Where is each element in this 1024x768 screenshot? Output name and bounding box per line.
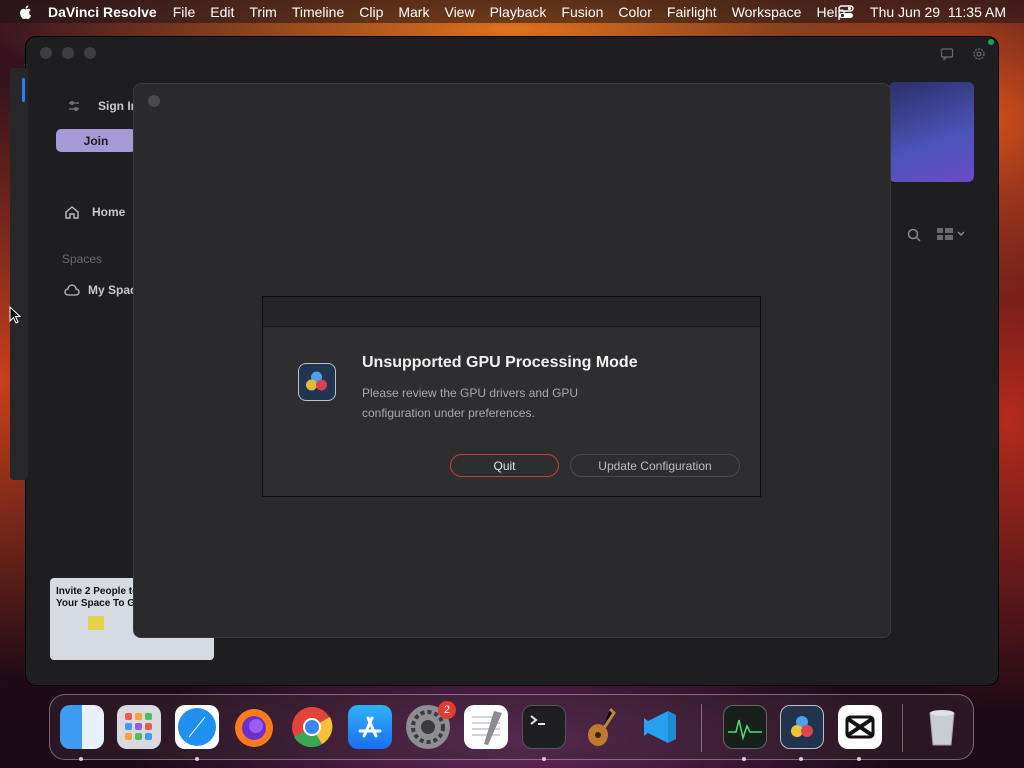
update-label: Update Configuration: [598, 458, 712, 473]
window-minimize-button[interactable]: [62, 47, 74, 59]
spaces-header: Spaces: [62, 252, 102, 266]
menu-file[interactable]: File: [173, 4, 196, 20]
vscode-icon[interactable]: [638, 705, 682, 749]
menu-app-name[interactable]: DaVinci Resolve: [48, 4, 157, 20]
control-center-icon[interactable]: [838, 4, 854, 19]
menu-edit[interactable]: Edit: [210, 4, 234, 20]
apple-menu-icon[interactable]: [18, 4, 34, 20]
menu-clock[interactable]: Thu Jun 29 11:35 AM: [870, 4, 1006, 20]
alert-message: Please review the GPU drivers and GPU co…: [362, 386, 579, 420]
alert-titlebar: [263, 297, 760, 327]
sidebar-item-my-space[interactable]: My Space: [64, 283, 143, 297]
sign-in-row[interactable]: Sign In: [64, 97, 138, 115]
spaces-header-label: Spaces: [62, 252, 103, 266]
safari-icon[interactable]: [175, 705, 219, 749]
update-configuration-button[interactable]: Update Configuration: [570, 454, 740, 477]
davinci-resolve-logo-icon: [298, 363, 336, 401]
settings-gear-icon[interactable]: [972, 47, 986, 61]
menu-playback[interactable]: Playback: [490, 4, 547, 20]
overlay-close-button[interactable]: [148, 95, 160, 107]
gpu-alert-dialog: Unsupported GPU Processing Mode Please r…: [262, 296, 761, 497]
join-label: Join: [83, 133, 109, 148]
active-indicator: [22, 78, 25, 102]
window-close-button[interactable]: [40, 47, 52, 59]
running-indicator: [79, 757, 83, 761]
running-indicator: [742, 757, 746, 761]
firefox-icon[interactable]: [232, 705, 276, 749]
chrome-icon[interactable]: [290, 705, 334, 749]
sidebar-item-home[interactable]: Home: [64, 205, 125, 219]
join-button[interactable]: Join: [56, 129, 136, 152]
running-indicator: [542, 757, 546, 761]
dock-separator: [701, 704, 702, 752]
search-icon[interactable]: [906, 227, 922, 243]
left-edge-panel: [10, 68, 28, 480]
running-indicator: [195, 757, 199, 761]
banner-image: [889, 82, 974, 182]
sign-in-label: Sign In: [98, 99, 138, 113]
cloud-icon: [64, 284, 80, 296]
sign-in-icon: [69, 101, 79, 111]
launchpad-icon[interactable]: [117, 705, 161, 749]
alert-title: Unsupported GPU Processing Mode: [362, 354, 638, 371]
running-indicator: [857, 757, 861, 761]
window-zoom-button[interactable]: [84, 47, 96, 59]
davinci-resolve-dock-icon[interactable]: [780, 705, 824, 749]
menu-timeline[interactable]: Timeline: [292, 4, 344, 20]
menu-color[interactable]: Color: [618, 4, 651, 20]
home-icon: [65, 206, 79, 219]
textedit-icon[interactable]: [464, 705, 508, 749]
menu-mark[interactable]: Mark: [398, 4, 429, 20]
activity-monitor-icon[interactable]: [723, 705, 767, 749]
menu-bar: DaVinci Resolve File Edit Trim Timeline …: [0, 0, 1024, 23]
promo-illustration: [88, 616, 104, 630]
menu-view[interactable]: View: [444, 4, 474, 20]
app-store-icon[interactable]: [348, 705, 392, 749]
terminal-icon[interactable]: [522, 705, 566, 749]
dock: [49, 694, 974, 760]
mouse-cursor-icon: [9, 306, 21, 324]
home-label: Home: [92, 205, 126, 219]
menu-trim[interactable]: Trim: [249, 4, 276, 20]
menu-workspace[interactable]: Workspace: [732, 4, 802, 20]
view-toggle-icon[interactable]: [936, 226, 968, 242]
capcut-icon[interactable]: [838, 705, 882, 749]
garageband-icon[interactable]: [580, 705, 624, 749]
finder-icon[interactable]: [60, 705, 104, 749]
running-indicator: [799, 757, 803, 761]
quit-button[interactable]: Quit: [450, 454, 559, 477]
chat-icon[interactable]: [940, 47, 954, 61]
trash-icon[interactable]: [920, 705, 964, 749]
dock-separator: [902, 704, 903, 752]
quit-label: Quit: [493, 458, 516, 473]
settings-notification-badge: 2: [438, 701, 456, 719]
menu-fusion[interactable]: Fusion: [561, 4, 603, 20]
menu-fairlight[interactable]: Fairlight: [667, 4, 717, 20]
status-dot: [988, 39, 994, 45]
menu-clip[interactable]: Clip: [359, 4, 383, 20]
